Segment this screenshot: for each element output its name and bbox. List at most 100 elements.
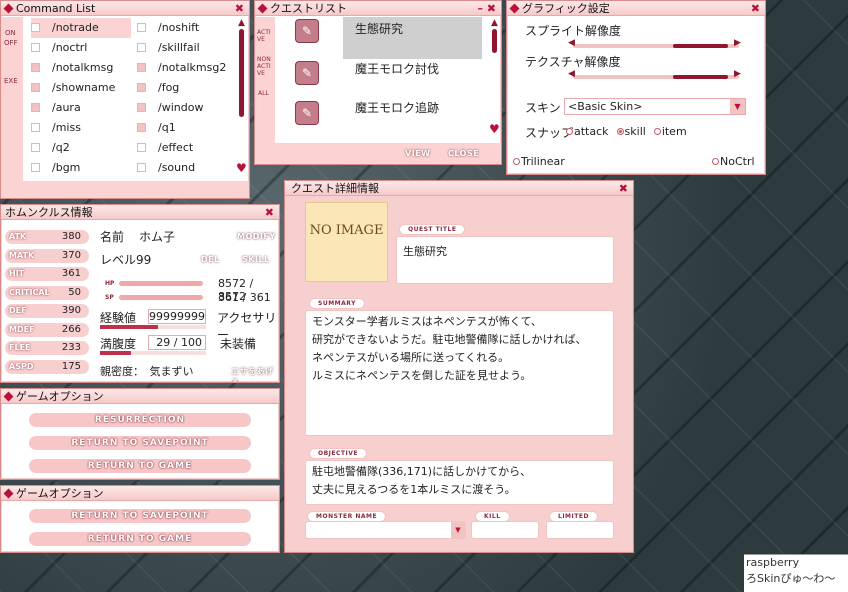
- close-icon[interactable]: ✖: [751, 1, 760, 16]
- checkbox[interactable]: [137, 63, 146, 72]
- quest-list-item[interactable]: 生態研究: [355, 20, 403, 37]
- checkbox[interactable]: [31, 43, 40, 52]
- filter-active[interactable]: ACTI VE: [257, 29, 271, 43]
- quest-list-item[interactable]: 魔王モロク追跡: [355, 99, 439, 116]
- command-list-item[interactable]: /showname: [31, 78, 131, 98]
- return-to-game-button[interactable]: RETURN TO GAME: [29, 459, 251, 473]
- checkbox[interactable]: [31, 123, 40, 132]
- del-button[interactable]: DEL: [201, 255, 220, 264]
- command-list-item[interactable]: /notrade: [31, 18, 131, 38]
- close-icon[interactable]: ✖: [265, 205, 274, 220]
- scroll-up-icon[interactable]: ▲: [238, 18, 245, 28]
- minimize-icon[interactable]: –: [478, 1, 484, 16]
- checkbox[interactable]: [31, 83, 40, 92]
- command-list-item[interactable]: /q1: [137, 118, 237, 138]
- checkbox[interactable]: [137, 103, 146, 112]
- checkbox[interactable]: [137, 123, 146, 132]
- command-list-item[interactable]: /bgm: [31, 158, 131, 178]
- command-list-item[interactable]: /aura: [31, 98, 131, 118]
- return-to-game-button[interactable]: RETURN TO GAME: [29, 532, 251, 546]
- homunculus-titlebar[interactable]: ホムンクルス情報 ✖: [1, 205, 279, 220]
- checkbox[interactable]: [137, 163, 146, 172]
- chevron-down-icon[interactable]: ▼: [730, 99, 745, 114]
- chevron-down-icon[interactable]: ▼: [451, 522, 465, 538]
- trilinear-option[interactable]: Trilinear: [513, 155, 565, 168]
- quest-icon[interactable]: ✎: [295, 101, 319, 125]
- snap-option[interactable]: skill: [616, 125, 646, 138]
- snap-option[interactable]: item: [653, 125, 687, 138]
- command-list-item[interactable]: /noctrl: [31, 38, 131, 58]
- filter-all[interactable]: ALL: [258, 90, 269, 97]
- command-list-item[interactable]: /miss: [31, 118, 131, 138]
- checkbox[interactable]: [31, 23, 40, 32]
- checkbox[interactable]: [137, 83, 146, 92]
- command-list-item[interactable]: /fog: [137, 78, 237, 98]
- resurrection-button[interactable]: RESURRECTION: [29, 413, 251, 427]
- checkbox[interactable]: [137, 23, 146, 32]
- checkbox[interactable]: [31, 103, 40, 112]
- slider-left-icon[interactable]: ◀: [568, 69, 575, 79]
- quest-icon[interactable]: ✎: [295, 61, 319, 85]
- command-list-item[interactable]: /window: [137, 98, 237, 118]
- close-icon[interactable]: ✖: [619, 181, 628, 196]
- slider-right-icon[interactable]: ▶: [734, 38, 741, 48]
- view-button[interactable]: VIEW: [405, 149, 430, 158]
- hunger-label: 満腹度: [100, 337, 137, 351]
- monster-name-field[interactable]: ▼: [305, 521, 466, 539]
- return-to-savepoint-button[interactable]: RETURN TO SAVEPOINT: [29, 509, 251, 523]
- slider-right-icon[interactable]: ▶: [734, 69, 741, 79]
- command-list-item[interactable]: /effect: [137, 138, 237, 158]
- heart-icon: ♥: [236, 161, 247, 175]
- skin-credit-line2: ろSkinぴゅ～わ～: [746, 572, 836, 585]
- stat-value: 361: [61, 268, 81, 279]
- quest-icon[interactable]: ✎: [295, 19, 319, 43]
- command-list-item[interactable]: /noshift: [137, 18, 237, 38]
- game-options-titlebar[interactable]: ゲームオプション: [1, 486, 279, 501]
- checkbox[interactable]: [137, 43, 146, 52]
- exp-value: 99999999: [149, 310, 205, 323]
- summary-field: モンスター学者ルミスはネペンテスが怖くて、 研究ができないようだ。駐屯地警備隊に…: [305, 310, 614, 436]
- feed-button[interactable]: エサをあげる: [231, 366, 279, 382]
- command-list-item[interactable]: /notalkmsg: [31, 58, 131, 78]
- return-to-savepoint-button[interactable]: RETURN TO SAVEPOINT: [29, 436, 251, 450]
- command-list-scrollbar[interactable]: [239, 29, 244, 117]
- command-list-item[interactable]: /skillfail: [137, 38, 237, 58]
- side-off-label[interactable]: OFF: [4, 39, 18, 47]
- command-list-item[interactable]: /notalkmsg2: [137, 58, 237, 78]
- close-icon[interactable]: ✖: [235, 1, 244, 16]
- quest-list-titlebar[interactable]: クエストリスト – ✖: [255, 1, 501, 16]
- command-list-item[interactable]: /sound: [137, 158, 237, 178]
- modify-button[interactable]: MODIFY: [237, 232, 276, 241]
- slider-left-icon[interactable]: ◀: [568, 38, 575, 48]
- filter-nonactive[interactable]: NON ACTI VE: [257, 56, 271, 77]
- checkbox[interactable]: [31, 143, 40, 152]
- checkbox[interactable]: [31, 63, 40, 72]
- command-list-item-label: /aura: [52, 101, 81, 114]
- game-options-titlebar[interactable]: ゲームオプション: [1, 389, 279, 404]
- close-icon[interactable]: ✖: [487, 1, 496, 16]
- snap-option[interactable]: attack: [566, 125, 609, 138]
- command-list-footer: [1, 181, 249, 198]
- checkbox[interactable]: [137, 143, 146, 152]
- command-list-item-label: /bgm: [52, 161, 81, 174]
- scroll-up-icon[interactable]: ▲: [491, 18, 498, 28]
- skin-select-value: <Basic Skin>: [568, 100, 643, 113]
- noctrl-option[interactable]: NoCtrl: [712, 155, 755, 168]
- skin-select[interactable]: <Basic Skin> ▼: [564, 98, 746, 115]
- stat-value: 390: [61, 305, 81, 316]
- side-on-label[interactable]: ON: [5, 29, 16, 37]
- skin-label: スキン: [525, 101, 561, 115]
- command-list-item[interactable]: /q2: [31, 138, 131, 158]
- quest-detail-titlebar[interactable]: クエスト詳細情報 ✖: [285, 181, 633, 196]
- command-list-titlebar[interactable]: Command List ✖: [1, 1, 249, 16]
- quest-list-item[interactable]: 魔王モロク討伐: [355, 60, 439, 77]
- side-exe-label[interactable]: EXE: [4, 77, 18, 85]
- close-button[interactable]: CLOSE: [448, 149, 479, 158]
- homunculus-window: ホムンクルス情報 ✖ ATK 380 MATK 370 HIT 361 CRITICAL 50…: [0, 204, 280, 383]
- checkbox[interactable]: [31, 163, 40, 172]
- quest-list-scrollbar[interactable]: [492, 29, 497, 53]
- graphic-settings-titlebar[interactable]: グラフィック設定 ✖: [507, 1, 765, 16]
- skill-button[interactable]: SKILL: [242, 255, 270, 264]
- command-list-title: Command List: [16, 2, 96, 15]
- radio-icon: [616, 128, 624, 135]
